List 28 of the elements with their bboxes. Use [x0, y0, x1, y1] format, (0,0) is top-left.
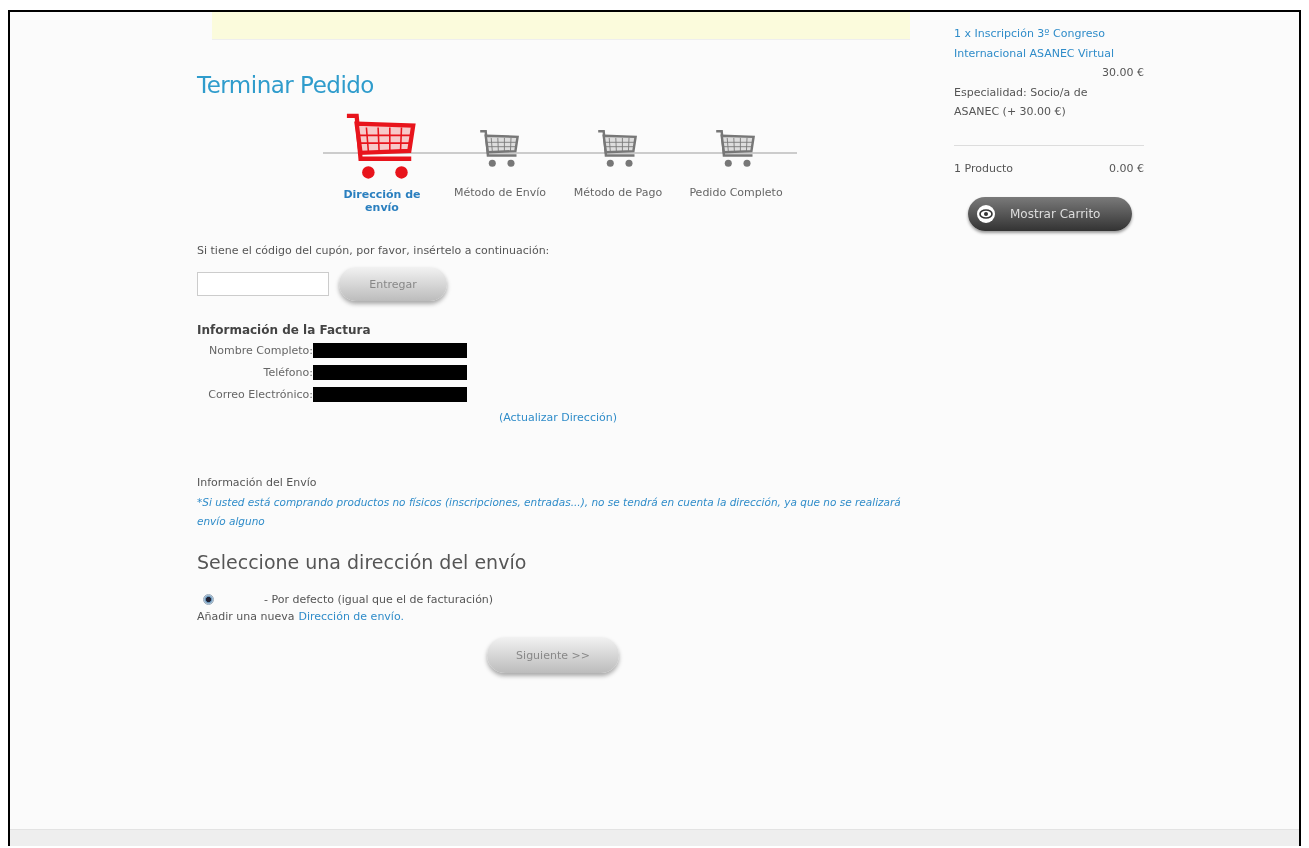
step-label[interactable]: Dirección de envío: [337, 188, 427, 214]
cart-item-link[interactable]: 1 x Inscripción 3º Congreso Internacional ASANEC Virtual: [954, 24, 1114, 64]
field-label: Teléfono:: [262, 365, 313, 379]
coupon-prompt: Si tiene el código del cupón, por favor, insértelo a continuación:: [197, 244, 551, 257]
update-address-link[interactable]: (Actualizar Dirección): [498, 411, 617, 424]
option-label: - Por defecto (igual que el de facturación): [264, 593, 494, 606]
product-count: 1 Producto: [954, 162, 1013, 175]
step-label[interactable]: Pedido Completo: [681, 186, 791, 199]
section-title: Información del Envío: [197, 476, 318, 489]
item-price: 30.00 €: [1101, 66, 1144, 79]
section-title: Información de la Factura: [197, 323, 372, 337]
add-address-text: Añadir una nueva: [197, 610, 295, 623]
field-label: Nombre Completo:: [208, 343, 313, 357]
submit-button[interactable]: Entregar: [339, 267, 447, 301]
cart-total: 0.00 €: [1109, 162, 1144, 175]
radio-button[interactable]: [203, 594, 214, 605]
step-label[interactable]: Método de Envío: [445, 186, 555, 199]
section-heading: Seleccione una dirección del envío: [197, 551, 528, 573]
step-label[interactable]: Método de Pago: [563, 186, 673, 199]
eye-icon: [976, 204, 996, 224]
shipping-address-link[interactable]: Dirección de envío.: [298, 610, 404, 623]
coupon-field[interactable]: [197, 272, 329, 296]
field-label: Correo Electrónico:: [207, 387, 313, 401]
show-cart-button[interactable]: Mostrar Carrito: [968, 197, 1132, 231]
next-button[interactable]: Siguiente >>: [487, 637, 619, 673]
item-detail: Especialidad: Socio/a de ASANEC (+ 30.00 €): [954, 85, 1089, 120]
page-title: Terminar Pedido: [197, 72, 375, 98]
shipping-note: *Si usted está comprando productos no físicos (inscripciones, entradas...), no se tendrá en cuenta la dirección, ya que no se realizará envío alguno: [197, 495, 902, 529]
